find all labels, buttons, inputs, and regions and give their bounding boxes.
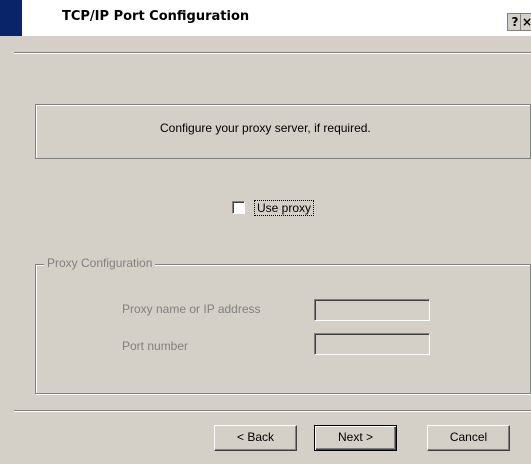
proxy-address-label: Proxy name or IP address xyxy=(122,302,261,316)
proxy-configuration-legend: Proxy Configuration xyxy=(44,256,156,270)
proxy-configuration-group xyxy=(35,264,531,394)
use-proxy-label[interactable]: Use proxy xyxy=(254,200,315,216)
title-bar[interactable]: TCP/IP Port Configuration ? × xyxy=(0,0,531,36)
cancel-button[interactable]: Cancel xyxy=(427,425,510,451)
proxy-address-field[interactable] xyxy=(314,299,430,321)
tcpip-port-config-dialog: TCP/IP Port Configuration ? × Configure … xyxy=(0,0,531,464)
close-icon[interactable]: × xyxy=(520,13,531,31)
header-separator xyxy=(14,52,531,54)
info-text: Configure your proxy server, if required… xyxy=(160,121,371,135)
port-number-field[interactable] xyxy=(314,333,430,355)
footer-separator xyxy=(14,410,531,412)
back-button[interactable]: < Back xyxy=(214,425,297,451)
window-title: TCP/IP Port Configuration xyxy=(62,9,250,24)
next-button[interactable]: Next > xyxy=(314,425,397,451)
port-number-label: Port number xyxy=(122,339,189,353)
use-proxy-checkbox[interactable] xyxy=(232,201,245,214)
title-bar-accent xyxy=(0,0,22,36)
